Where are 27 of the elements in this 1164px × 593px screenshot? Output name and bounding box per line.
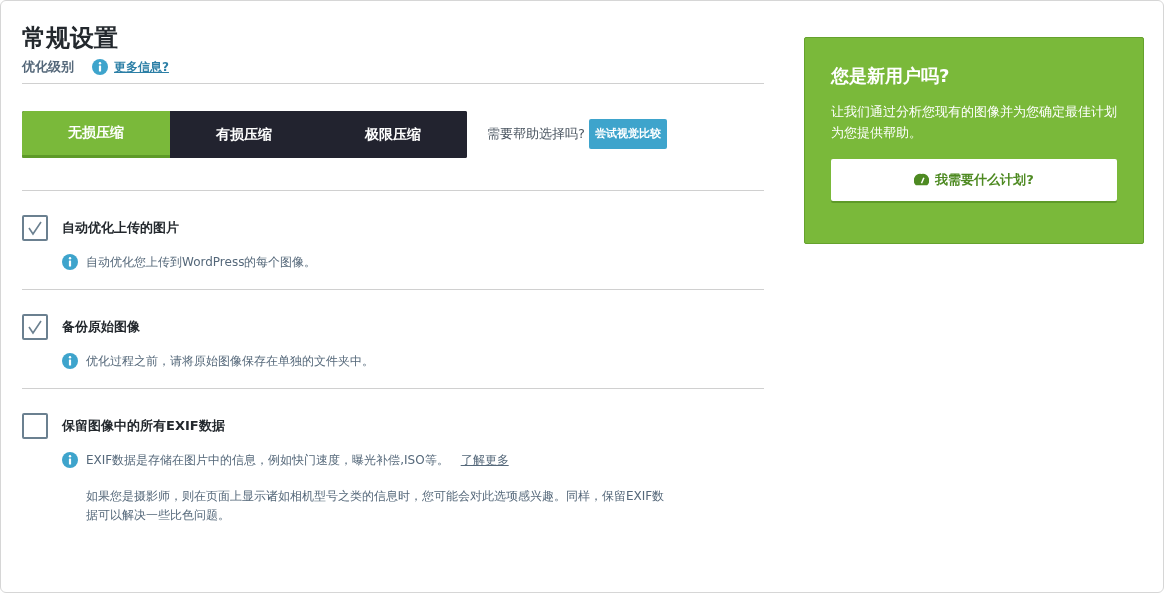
option-label: 保留图像中的所有EXIF数据 xyxy=(62,416,225,435)
info-icon xyxy=(62,253,78,270)
compare-button[interactable]: 尝试视觉比较 xyxy=(588,119,667,149)
info-icon xyxy=(62,352,78,369)
option-label: 自动优化上传的图片 xyxy=(62,218,179,237)
page-title: 常规设置 xyxy=(22,23,119,54)
plan-button[interactable]: 我需要什么计划? xyxy=(831,159,1117,201)
info-icon xyxy=(92,58,108,75)
card-title: 您是新用户吗? xyxy=(831,64,951,88)
level-tab[interactable]: 无损压缩 xyxy=(22,110,171,158)
info-icon xyxy=(62,451,78,468)
checkbox[interactable] xyxy=(22,412,48,439)
card-text: 让我们通过分析您现有的图像并为您确定最佳计划为您提供帮助。 xyxy=(831,103,1117,142)
checkbox[interactable] xyxy=(22,313,48,340)
more-info-link[interactable]: 更多信息? xyxy=(114,57,169,76)
option-label: 备份原始图像 xyxy=(62,317,140,336)
option-description: 优化过程之前，请将原始图像保存在单独的文件夹中。 xyxy=(86,352,374,370)
section-label: 优化级别 xyxy=(22,58,74,76)
option-description: EXIF数据是存储在图片中的信息，例如快门速度，曝光补偿,ISO等。 xyxy=(86,451,449,469)
speedometer-icon xyxy=(914,172,930,188)
checkmark-icon xyxy=(27,318,43,335)
checkbox[interactable] xyxy=(22,214,48,241)
help-text: 需要帮助选择吗? xyxy=(487,125,585,144)
learn-more-link[interactable]: 了解更多 xyxy=(460,450,509,469)
option-note: 如果您是摄影师，则在页面上显示诸如相机型号之类的信息时，您可能会对此选项感兴趣。同样，保留EXIF数据可以解决一些比色问题。 xyxy=(86,487,666,524)
option-description: 自动优化您上传到WordPress的每个图像。 xyxy=(86,253,317,271)
checkmark-icon xyxy=(27,219,43,236)
